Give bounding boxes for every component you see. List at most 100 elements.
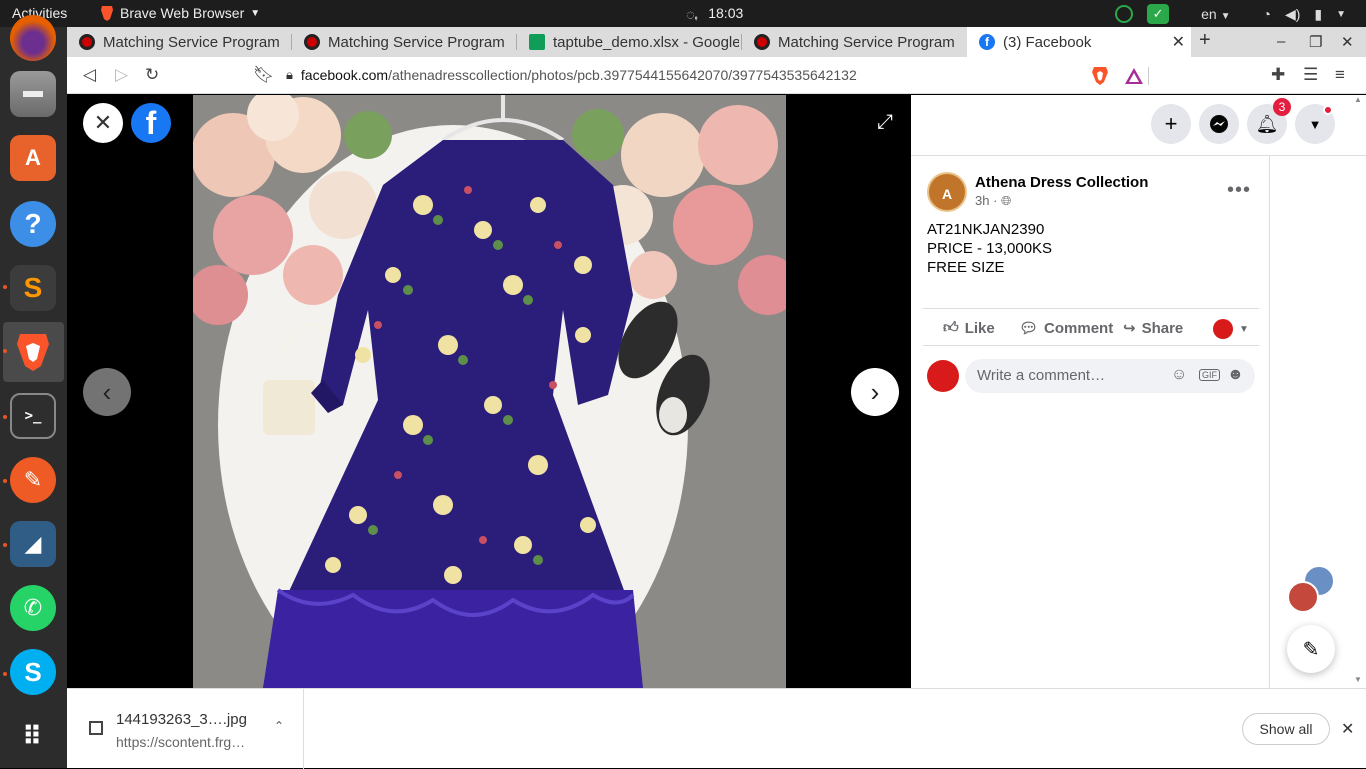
show-all-button[interactable]: Show all <box>1242 713 1330 745</box>
post-time[interactable]: 3h · <box>975 193 997 208</box>
comment-button[interactable]: 💬︎ Comment <box>1019 319 1114 338</box>
whatsapp-icon[interactable]: ✆ <box>10 585 56 631</box>
next-photo-button[interactable]: › <box>851 368 899 416</box>
sticker-icon[interactable]: ☻ <box>1227 366 1244 384</box>
tab-facebook[interactable]: f (3) Facebook ✕ <box>967 27 1191 57</box>
gif-icon[interactable]: GIF <box>1199 369 1220 381</box>
input-language[interactable]: en ▼ <box>1201 6 1230 22</box>
reaction-audience-selector[interactable]: ▼ <box>1213 319 1249 339</box>
forward-icon[interactable]: ▷ <box>115 65 128 85</box>
menu-icon[interactable]: ≡ <box>1335 65 1345 85</box>
download-item[interactable]: 144193263_3….jpg https://scontent.frg… ⌃ <box>67 689 304 769</box>
minimize-icon[interactable]: – <box>1277 33 1285 50</box>
url-path: /athenadresscollection/photos/pcb.397754… <box>388 67 857 83</box>
brave-lion-icon <box>101 6 113 21</box>
commenter-avatar[interactable] <box>927 360 959 392</box>
plus-icon: + <box>1164 111 1178 136</box>
tab-google-sheets[interactable]: taptube_demo.xlsx - Google <box>517 27 739 57</box>
app-menu-label: Brave Web Browser <box>120 5 245 21</box>
create-button[interactable]: + <box>1151 104 1191 144</box>
show-applications-icon[interactable]: ⠿ <box>10 713 56 759</box>
tab-matching-service-2[interactable]: Matching Service Program <box>292 27 514 57</box>
close-photo-button[interactable]: ✕ <box>83 103 123 143</box>
bell-icon: 🔔︎ <box>1255 113 1279 134</box>
lock-icon: 🔒︎ <box>286 67 293 82</box>
messenger-button[interactable] <box>1199 104 1239 144</box>
check-icon[interactable]: ✓ <box>1147 4 1170 24</box>
running-indicator <box>3 479 7 483</box>
running-indicator <box>3 543 7 547</box>
previous-photo-button[interactable]: ‹ <box>83 368 131 416</box>
post-line: AT21NKJAN2390 <box>927 221 1045 238</box>
page-name[interactable]: Athena Dress Collection <box>975 174 1148 191</box>
more-options-icon[interactable]: ••• <box>1227 179 1251 202</box>
media-controls-icon[interactable]: ☰ <box>1303 65 1318 85</box>
running-indicator <box>3 415 7 419</box>
user-avatar <box>1213 319 1233 339</box>
account-alert-dot <box>1323 105 1333 115</box>
chevron-down-icon[interactable]: ▼ <box>1336 9 1346 20</box>
running-indicator <box>3 285 7 289</box>
like-label: Like <box>964 319 995 337</box>
scroll-down-arrow[interactable]: ▼ <box>1354 675 1362 684</box>
close-icon: ✕ <box>93 110 113 135</box>
clock[interactable]: ꩻ 18:03 <box>686 5 743 26</box>
address-bar[interactable]: 🔒︎ facebook.com/athenadresscollection/ph… <box>282 62 1150 88</box>
files-icon[interactable] <box>10 71 56 117</box>
tab-label: Matching Service Program <box>328 33 505 51</box>
terminal-icon[interactable]: >_ <box>10 393 56 439</box>
page-avatar[interactable]: A <box>927 172 967 212</box>
caret-down-icon: ▼ <box>1308 116 1322 132</box>
brave-browser-icon[interactable] <box>10 329 56 375</box>
facebook-logo-icon[interactable]: f <box>131 103 171 143</box>
battery-icon[interactable]: ▮ <box>1314 6 1322 23</box>
system-tray: ✓ en ▼ ◔ ◀) ▮ ▼ <box>1115 4 1346 24</box>
bookmark-icon[interactable]: 🔖︎ <box>253 65 275 85</box>
wifi-icon[interactable]: ◔ <box>1262 6 1270 22</box>
scroll-up-arrow[interactable]: ▲ <box>1354 95 1362 104</box>
share-button[interactable]: ↪ Share <box>1123 319 1184 338</box>
help-icon[interactable]: ? <box>10 201 56 247</box>
chevron-up-icon[interactable]: ⌃ <box>274 719 284 733</box>
tab-matching-service-3[interactable]: Matching Service Program <box>742 27 964 57</box>
volume-icon[interactable]: ◀) <box>1285 6 1300 23</box>
sublime-text-icon[interactable]: S <box>10 265 56 311</box>
close-tab-icon[interactable]: ✕ <box>1172 32 1185 52</box>
skype-icon[interactable]: S <box>10 649 56 695</box>
emoji-icon[interactable]: ☺ <box>1171 366 1187 384</box>
post-line: PRICE - 13,000KS <box>927 240 1053 257</box>
clock-time: 18:03 <box>708 5 744 21</box>
tab-matching-service-1[interactable]: Matching Service Program <box>67 27 289 57</box>
post-meta: 3h · 🌐︎ <box>975 193 1011 209</box>
address-bar-separator <box>1148 67 1149 85</box>
brave-shields-icon[interactable] <box>1091 66 1109 86</box>
firefox-icon[interactable] <box>10 15 56 61</box>
new-tab-button[interactable]: + <box>1199 29 1211 52</box>
mysql-workbench-icon[interactable]: ◢ <box>10 521 56 567</box>
app-menu[interactable]: Brave Web Browser ▼ <box>100 5 260 21</box>
chat-status-icon[interactable] <box>1115 5 1134 23</box>
maximize-icon[interactable]: ❐ <box>1309 33 1322 51</box>
like-button[interactable]: 👍︎ Like <box>943 319 995 337</box>
new-message-button[interactable]: ✎ <box>1287 625 1335 673</box>
panel-divider <box>1269 156 1270 688</box>
chevron-left-icon: ‹ <box>102 376 112 407</box>
close-window-icon[interactable]: ✕ <box>1341 33 1354 51</box>
back-icon[interactable]: ◁ <box>83 65 96 85</box>
comment-label: Comment <box>1044 319 1114 337</box>
download-source: https://scontent.frg… <box>116 734 246 750</box>
system-top-bar: Activities Brave Web Browser ▼ ꩻ 18:03 ✓… <box>0 0 1366 27</box>
comment-input[interactable]: Write a comment… ☺ GIF ☻ <box>965 359 1255 393</box>
url-host: facebook.com <box>300 67 389 83</box>
running-indicator <box>3 349 7 353</box>
share-label: Share <box>1141 319 1184 337</box>
close-downloads-icon[interactable]: ✕ <box>1341 719 1354 739</box>
fullscreen-icon[interactable]: ⤢ <box>877 111 893 134</box>
facebook-icon: f <box>979 34 995 50</box>
software-center-icon[interactable]: A <box>10 135 56 181</box>
extensions-icon[interactable]: ✚ <box>1271 65 1285 85</box>
postman-icon[interactable]: ✎ <box>10 457 56 503</box>
brave-rewards-icon[interactable] <box>1124 66 1144 86</box>
chat-contacts-bubble[interactable] <box>1287 565 1335 613</box>
reload-icon[interactable]: ↻ <box>145 65 159 85</box>
